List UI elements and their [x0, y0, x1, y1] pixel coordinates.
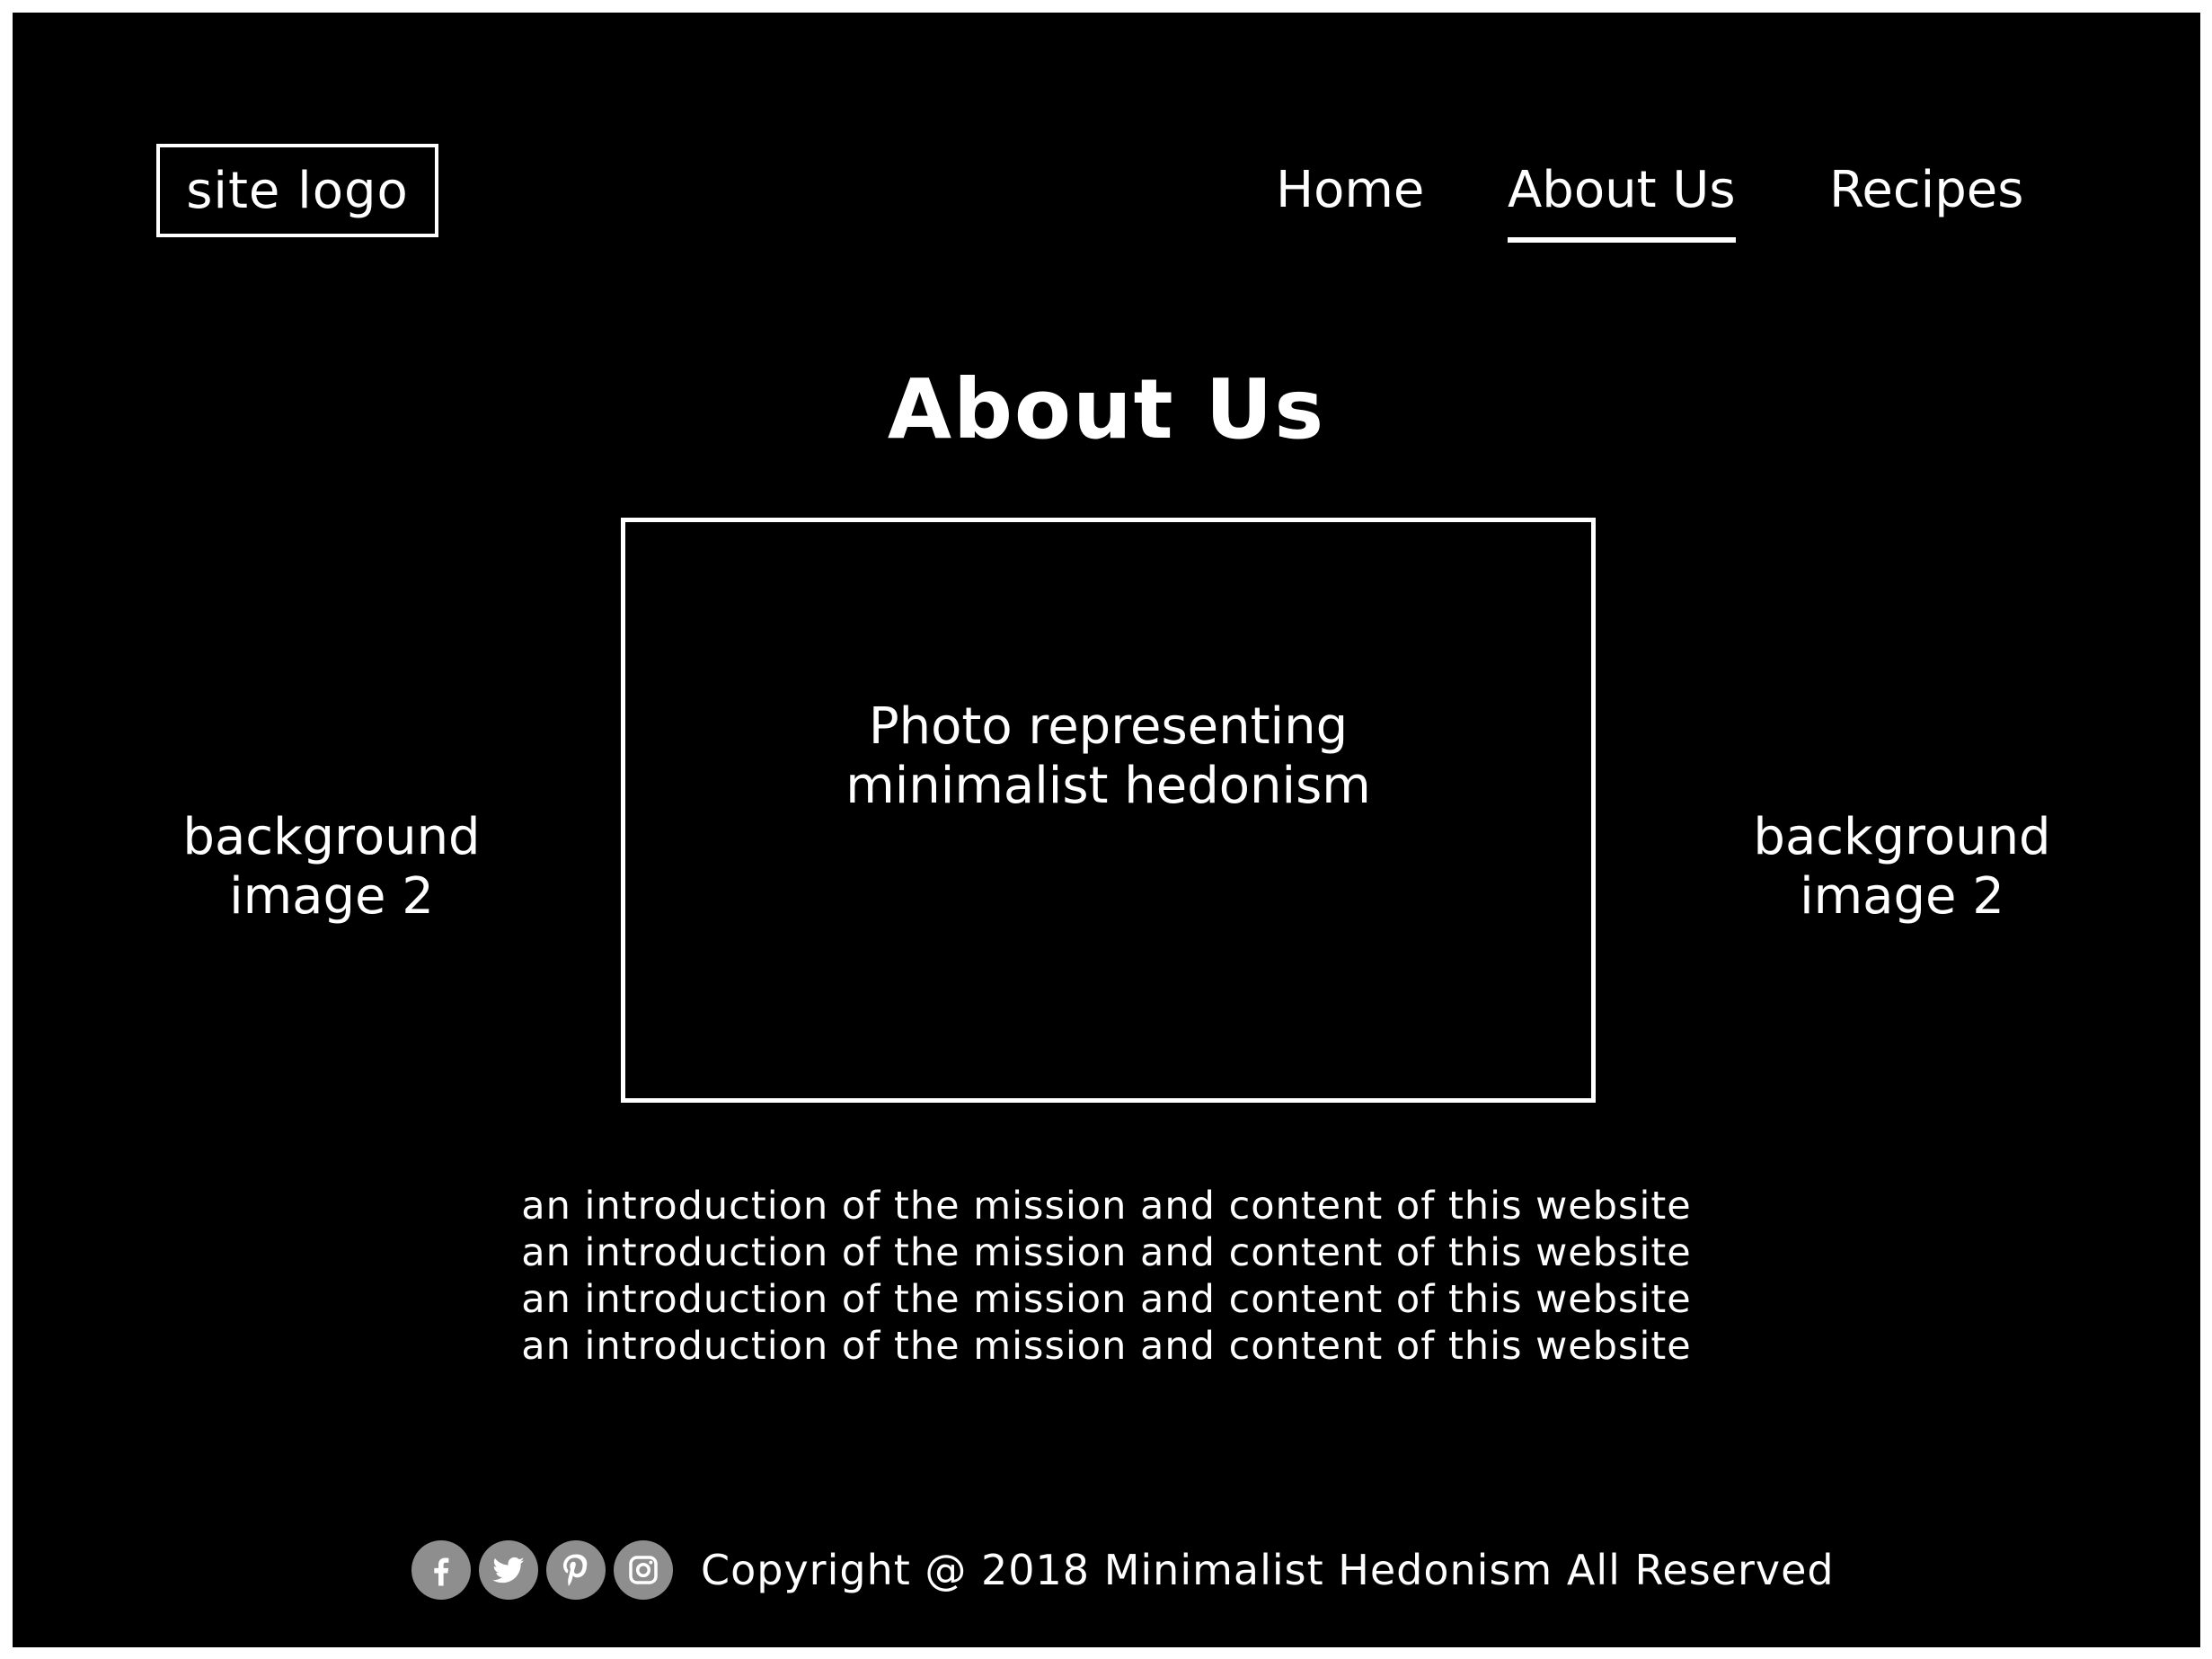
nav-about-link[interactable]: About Us [1508, 146, 1736, 243]
nav-recipes-link[interactable]: Recipes [1829, 146, 2023, 235]
background-image-right: background image 2 [1713, 808, 2091, 927]
background-image-left-line1: background [182, 808, 481, 866]
twitter-glyph [492, 1557, 525, 1584]
page-frame: site logo Home About Us Recipes About Us… [13, 13, 2200, 1647]
facebook-icon[interactable] [411, 1540, 471, 1600]
photo-placeholder: Photo representing minimalist hedonism [621, 518, 1596, 1103]
pinterest-icon[interactable] [546, 1540, 606, 1600]
photo-caption-line2: minimalist hedonism [845, 756, 1371, 815]
twitter-icon[interactable] [479, 1540, 538, 1600]
main-nav: Home About Us Recipes [13, 146, 2200, 253]
facebook-glyph [434, 1557, 449, 1586]
pinterest-glyph [563, 1554, 588, 1586]
intro-line: an introduction of the mission and conte… [521, 1324, 1692, 1369]
intro-line: an introduction of the mission and conte… [521, 1230, 1692, 1275]
footer: Copyright @ 2018 Minimalist Hedonism All… [13, 1540, 2200, 1603]
copyright-text: Copyright @ 2018 Minimalist Hedonism All… [701, 1546, 1835, 1594]
background-image-right-line2: image 2 [1800, 867, 2004, 926]
nav-home-link[interactable]: Home [1276, 146, 1424, 235]
intro-line: an introduction of the mission and conte… [521, 1184, 1692, 1229]
photo-caption: Photo representing minimalist hedonism [794, 697, 1423, 816]
background-image-left: background image 2 [143, 808, 520, 927]
page-title: About Us [887, 361, 1326, 457]
background-image-right-line1: background [1753, 808, 2051, 866]
background-image-left-line2: image 2 [229, 867, 434, 926]
photo-caption-line1: Photo representing [868, 696, 1349, 756]
instagram-glyph [629, 1556, 658, 1584]
instagram-icon[interactable] [614, 1540, 673, 1600]
intro-text: an introduction of the mission and conte… [13, 1183, 2200, 1370]
intro-line: an introduction of the mission and conte… [521, 1277, 1692, 1322]
